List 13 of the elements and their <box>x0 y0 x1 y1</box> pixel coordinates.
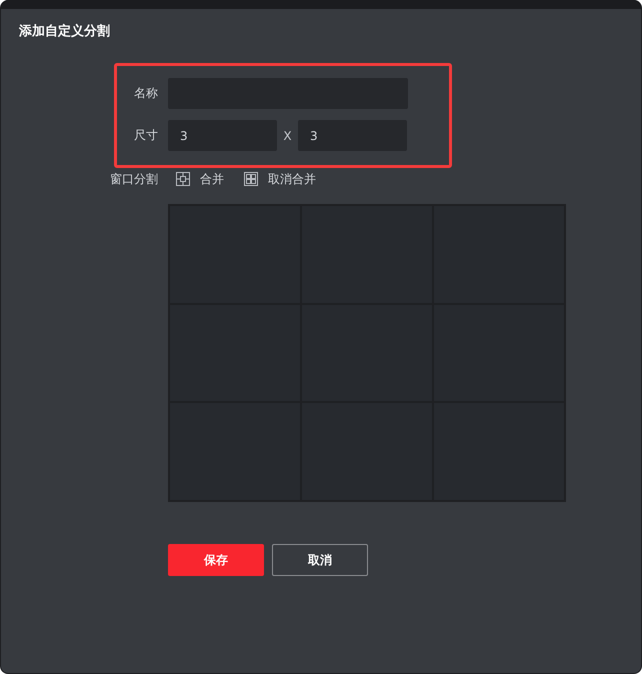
framed-cross-icon <box>176 172 190 186</box>
times-separator: X <box>282 128 293 142</box>
save-button[interactable]: 保存 <box>168 544 264 576</box>
size-field[interactable]: 3 <box>168 120 277 151</box>
four-squares-icon <box>244 172 258 186</box>
unmerge-button[interactable]: 取消合并 <box>244 170 316 188</box>
name-label: 名称 <box>134 85 158 102</box>
dialog-title: 添加自定义分割 <box>19 23 111 41</box>
split-label: 窗口分割 <box>110 170 158 188</box>
cancel-button[interactable]: 取消 <box>272 544 368 576</box>
size-label: 尺寸 <box>134 127 158 144</box>
merge-button[interactable]: 合并 <box>176 170 224 188</box>
size-field[interactable]: 3 <box>298 120 407 151</box>
